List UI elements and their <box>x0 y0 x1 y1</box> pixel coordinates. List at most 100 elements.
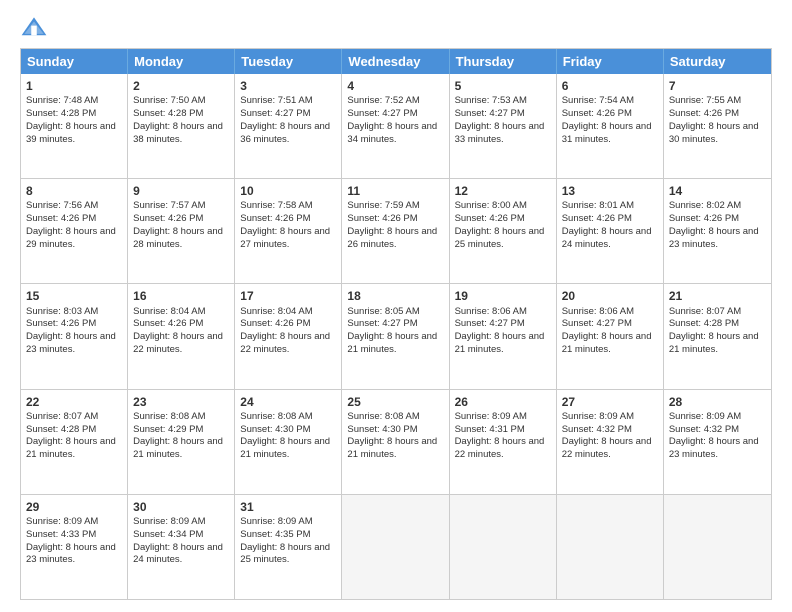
sunrise: Sunrise: 8:08 AM <box>240 411 312 422</box>
page: SundayMondayTuesdayWednesdayThursdayFrid… <box>0 0 792 612</box>
daylight: Daylight: 8 hours and 21 minutes. <box>562 331 652 355</box>
daylight: Daylight: 8 hours and 21 minutes. <box>26 436 116 460</box>
day-number: 8 <box>26 183 122 199</box>
sunset: Sunset: 4:28 PM <box>26 108 96 119</box>
daylight: Daylight: 8 hours and 34 minutes. <box>347 121 437 145</box>
sunset: Sunset: 4:27 PM <box>455 108 525 119</box>
logo <box>20 16 52 38</box>
daylight: Daylight: 8 hours and 27 minutes. <box>240 226 330 250</box>
daylight: Daylight: 8 hours and 21 minutes. <box>347 331 437 355</box>
daylight: Daylight: 8 hours and 21 minutes. <box>347 436 437 460</box>
calendar-row-1: 1Sunrise: 7:48 AMSunset: 4:28 PMDaylight… <box>21 74 771 178</box>
daylight: Daylight: 8 hours and 28 minutes. <box>133 226 223 250</box>
calendar-header: SundayMondayTuesdayWednesdayThursdayFrid… <box>21 49 771 74</box>
calendar-day-20: 20 Sunrise: 8:06 AMSunset: 4:27 PM Dayligh… <box>557 284 664 388</box>
sunset: Sunset: 4:26 PM <box>669 108 739 119</box>
sunrise: Sunrise: 8:00 AM <box>455 200 527 211</box>
calendar-day-7: 7Sunrise: 7:55 AMSunset: 4:26 PMDaylight… <box>664 74 771 178</box>
calendar-day-17: 17Sunrise: 8:04 AMSunset: 4:26 PMDayligh… <box>235 284 342 388</box>
sunset: Sunset: 4:26 PM <box>26 213 96 224</box>
daylight: Daylight: 8 hours and 23 minutes. <box>26 331 116 355</box>
sunrise: Sunrise: 7:55 AM <box>669 95 741 106</box>
calendar-row-4: 22Sunrise: 8:07 AMSunset: 4:28 PMDayligh… <box>21 389 771 494</box>
sunrise: Sunrise: 8:04 AM <box>133 306 205 317</box>
day-number: 5 <box>455 78 551 94</box>
calendar-day-13: 13Sunrise: 8:01 AM Sunset: 4:26 PM Dayligh… <box>557 179 664 283</box>
calendar-day-4: 4Sunrise: 7:52 AMSunset: 4:27 PMDaylight… <box>342 74 449 178</box>
day-number: 16 <box>133 288 229 304</box>
calendar-empty-cell <box>342 495 449 599</box>
day-number: 28 <box>669 394 766 410</box>
sunset: Sunset: 4:26 PM <box>133 213 203 224</box>
day-number: 20 <box>562 288 658 304</box>
day-number: 31 <box>240 499 336 515</box>
sunrise: Sunrise: 8:09 AM <box>133 516 205 527</box>
sunset: Sunset: 4:26 PM <box>669 213 739 224</box>
sunset: Sunset: 4:33 PM <box>26 529 96 540</box>
sunset: Sunset: 4:27 PM <box>455 318 525 329</box>
daylight: Daylight: 8 hours and 22 minutes. <box>240 331 330 355</box>
day-number: 29 <box>26 499 122 515</box>
calendar-day-23: 23Sunrise: 8:08 AMSunset: 4:29 PMDayligh… <box>128 390 235 494</box>
calendar-day-2: 2Sunrise: 7:50 AMSunset: 4:28 PMDaylight… <box>128 74 235 178</box>
calendar-day-1: 1Sunrise: 7:48 AMSunset: 4:28 PMDaylight… <box>21 74 128 178</box>
sunset: Sunset: 4:29 PM <box>133 424 203 435</box>
sunrise: Sunrise: 8:08 AM <box>347 411 419 422</box>
day-number: 10 <box>240 183 336 199</box>
sunrise: Sunrise: 7:51 AM <box>240 95 312 106</box>
daylight: Daylight: 8 hours and 36 minutes. <box>240 121 330 145</box>
day-number: 24 <box>240 394 336 410</box>
daylight: Daylight: 8 hours and 26 minutes. <box>347 226 437 250</box>
day-number: 27 <box>562 394 658 410</box>
day-number: 17 <box>240 288 336 304</box>
daylight: Daylight: 8 hours and 23 minutes. <box>26 542 116 566</box>
day-number: 9 <box>133 183 229 199</box>
calendar-day-12: 12Sunrise: 8:00 AMSunset: 4:26 PMDayligh… <box>450 179 557 283</box>
daylight: Daylight: 8 hours and 21 minutes. <box>455 331 545 355</box>
header-day-sunday: Sunday <box>21 49 128 74</box>
sunrise: Sunrise: 8:09 AM <box>669 411 741 422</box>
sunrise: Sunrise: 7:56 AM <box>26 200 98 211</box>
daylight: Daylight: 8 hours and 24 minutes. <box>133 542 223 566</box>
calendar-day-29: 29Sunrise: 8:09 AMSunset: 4:33 PMDayligh… <box>21 495 128 599</box>
sunrise: Sunrise: 8:04 AM <box>240 306 312 317</box>
calendar-day-8: 8Sunrise: 7:56 AMSunset: 4:26 PMDaylight… <box>21 179 128 283</box>
logo-icon <box>20 16 48 38</box>
daylight: Daylight: 8 hours and 22 minutes. <box>455 436 545 460</box>
daylight: Daylight: 8 hours and 23 minutes. <box>669 436 759 460</box>
sunrise: Sunrise: 7:48 AM <box>26 95 98 106</box>
calendar-day-30: 30Sunrise: 8:09 AMSunset: 4:34 PMDayligh… <box>128 495 235 599</box>
sunrise: Sunrise: 8:08 AM <box>133 411 205 422</box>
calendar-day-25: 25Sunrise: 8:08 AMSunset: 4:30 PMDayligh… <box>342 390 449 494</box>
header-day-saturday: Saturday <box>664 49 771 74</box>
calendar-day-14: 14Sunrise: 8:02 AMSunset: 4:26 PMDayligh… <box>664 179 771 283</box>
daylight: Daylight: 8 hours and 25 minutes. <box>455 226 545 250</box>
sunrise: Sunrise: 7:57 AM <box>133 200 205 211</box>
sunrise: Sunrise: 8:09 AM <box>562 411 634 422</box>
daylight: Daylight: 8 hours and 21 minutes. <box>240 436 330 460</box>
day-number: 19 <box>455 288 551 304</box>
header-day-tuesday: Tuesday <box>235 49 342 74</box>
sunset: Sunset: 4:26 PM <box>562 108 632 119</box>
calendar-day-21: 21Sunrise: 8:07 AMSunset: 4:28 PMDayligh… <box>664 284 771 388</box>
sunset: Sunset: 4:32 PM <box>562 424 632 435</box>
day-number: 11 <box>347 183 443 199</box>
header <box>20 16 772 38</box>
day-number: 25 <box>347 394 443 410</box>
calendar-day-10: 10Sunrise: 7:58 AMSunset: 4:26 PMDayligh… <box>235 179 342 283</box>
sunrise: Sunrise: 8:06 AM <box>562 306 634 317</box>
sunrise: Sunrise: 8:09 AM <box>455 411 527 422</box>
daylight: Daylight: 8 hours and 24 minutes. <box>562 226 652 250</box>
calendar: SundayMondayTuesdayWednesdayThursdayFrid… <box>20 48 772 600</box>
calendar-day-18: 18Sunrise: 8:05 AMSunset: 4:27 PMDayligh… <box>342 284 449 388</box>
daylight: Daylight: 8 hours and 22 minutes. <box>133 331 223 355</box>
calendar-day-19: 19Sunrise: 8:06 AMSunset: 4:27 PMDayligh… <box>450 284 557 388</box>
sunset: Sunset: 4:27 PM <box>562 318 632 329</box>
sunset: Sunset: 4:26 PM <box>562 213 632 224</box>
day-number: 14 <box>669 183 766 199</box>
day-number: 12 <box>455 183 551 199</box>
sunrise: Sunrise: 8:01 AM <box>562 200 634 211</box>
sunset: Sunset: 4:34 PM <box>133 529 203 540</box>
sunset: Sunset: 4:27 PM <box>347 318 417 329</box>
day-number: 13 <box>562 183 658 199</box>
